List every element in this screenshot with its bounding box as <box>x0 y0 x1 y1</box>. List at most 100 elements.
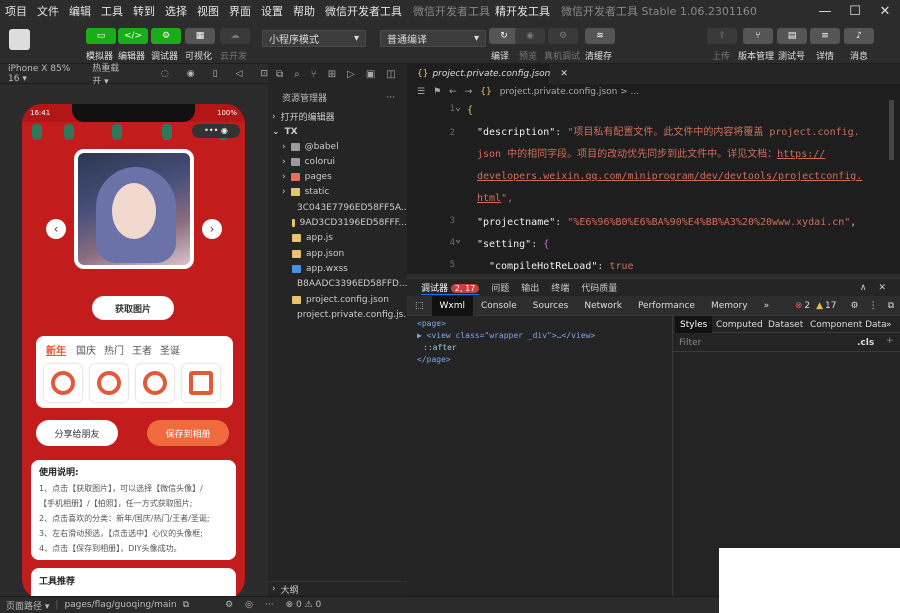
file-tree-item[interactable]: 3C043E7796ED58FF5A... <box>268 200 407 215</box>
menu-select[interactable]: 选择 <box>160 3 192 19</box>
device-select[interactable]: iPhone X 85% 16 ▾ <box>8 64 78 84</box>
more-panels-icon[interactable]: » <box>756 296 778 316</box>
more-icon[interactable]: ··· <box>386 93 395 103</box>
list-icon[interactable]: ☰ <box>417 87 425 97</box>
open-editors-section[interactable]: › 打开的编辑器 <box>268 109 407 124</box>
status-problems[interactable]: ⊗ 0 ⚠ 0 <box>286 600 322 610</box>
cls-toggle[interactable]: .cls <box>857 338 874 348</box>
tab-computed[interactable]: Computed <box>711 316 768 333</box>
tab-component-data[interactable]: Component Data <box>805 316 892 333</box>
file-tree-item[interactable]: 9AD3CD3196ED58FFF... <box>268 216 407 231</box>
next-arrow-icon[interactable]: › <box>202 219 222 239</box>
volume-icon[interactable]: ◁ <box>236 69 243 79</box>
messages-button[interactable]: 消息 <box>850 49 868 62</box>
clear-cache-button[interactable]: 清缓存 <box>585 49 612 62</box>
category-tab-king[interactable]: 王者 <box>132 342 152 357</box>
project-root[interactable]: ⌄ TX <box>268 124 407 139</box>
version-icon[interactable]: ⑂ <box>743 28 773 44</box>
record-icon[interactable]: ◉ <box>187 69 195 79</box>
dock-icon[interactable]: ⧉ <box>888 301 894 311</box>
panel-wxml[interactable]: Wxml <box>431 295 474 316</box>
editor-scrollbar[interactable] <box>889 100 894 160</box>
clear-cache-icon[interactable]: ≋ <box>585 28 615 44</box>
code-editor[interactable]: 1 2 3 4 5 ⌄ ⌄ { "description": "项目私有配置文件… <box>407 100 900 274</box>
share-button[interactable]: 分享给朋友 <box>36 420 118 446</box>
frame-option[interactable] <box>136 364 174 402</box>
test-button[interactable]: 测试号 <box>778 49 805 62</box>
tab-debugger[interactable]: 调试器 2, 17 <box>421 281 480 295</box>
wxml-node[interactable]: ▶ <view class="wrapper _div">…</view> <box>417 330 662 342</box>
upload-button[interactable]: 上传 <box>712 49 730 62</box>
close-icon[interactable]: ✕ <box>870 4 900 19</box>
cloud-icon[interactable]: ☁ <box>220 28 250 44</box>
close-tab-icon[interactable]: ✕ <box>560 69 568 79</box>
debug-icon[interactable]: ▷ <box>347 69 355 80</box>
preview-icon[interactable]: ◉ <box>515 28 545 44</box>
preview-button[interactable]: 预览 <box>519 49 537 62</box>
tab-dataset[interactable]: Dataset <box>763 316 808 333</box>
collapse-icon[interactable]: ∧ <box>860 283 867 293</box>
forward-icon[interactable]: → <box>465 87 473 97</box>
debugger-icon[interactable]: ⚙ <box>151 28 181 44</box>
bookmark-icon[interactable]: ⚑ <box>433 87 441 97</box>
file-tree-item[interactable]: › @babel <box>268 139 407 154</box>
file-tree-item[interactable]: project.config.json <box>268 292 407 307</box>
inspect-icon[interactable]: ⬚ <box>407 296 432 316</box>
editor-tab[interactable]: {} project.private.config.json ✕ <box>407 64 568 84</box>
panel-memory[interactable]: Memory <box>703 296 756 316</box>
real-debug-button[interactable]: 真机调试 <box>544 49 580 62</box>
wxml-node[interactable]: </page> <box>417 354 662 366</box>
compile-mode-select[interactable]: 普通编译 ▾ <box>380 30 486 47</box>
compile-button[interactable]: 编译 <box>491 49 509 62</box>
category-tab-national[interactable]: 国庆 <box>76 342 96 357</box>
page-path[interactable]: pages/flag/guoqing/main <box>64 600 176 610</box>
fold-icon[interactable]: ⌄ <box>455 102 461 113</box>
file-tree-item[interactable]: › colorui <box>268 154 407 169</box>
file-tree-item[interactable]: app.wxss <box>268 261 407 276</box>
file-tree-item[interactable]: › static <box>268 185 407 200</box>
minimize-icon[interactable]: — <box>810 4 840 19</box>
capsule-menu-icon[interactable]: ••• ◉ <box>192 124 240 138</box>
frame-option[interactable] <box>182 364 220 402</box>
panel-network[interactable]: Network <box>576 296 630 316</box>
save-button[interactable]: 保存到相册 <box>147 420 229 446</box>
menu-project[interactable]: 项目 <box>0 3 32 19</box>
details-icon[interactable]: ≡ <box>810 28 840 44</box>
version-button[interactable]: 版本管理 <box>738 49 774 62</box>
maximize-icon[interactable]: ☐ <box>840 4 870 19</box>
bell-icon[interactable]: ♪ <box>844 28 874 44</box>
settings-icon[interactable]: ⚙ <box>225 600 233 610</box>
get-image-button[interactable]: 获取图片 <box>92 296 174 320</box>
details-button[interactable]: 详情 <box>816 49 834 62</box>
fold-icon[interactable]: ⌄ <box>455 234 461 245</box>
menu-wechat-devtools[interactable]: 微信开发者工具 <box>320 3 407 19</box>
source-control-icon[interactable]: ⑂ <box>311 69 317 80</box>
menu-help[interactable]: 帮助 <box>288 3 320 19</box>
panel-sources[interactable]: Sources <box>525 296 577 316</box>
code-url[interactable]: https:// <box>777 149 825 160</box>
upload-icon[interactable]: ⇧ <box>707 28 737 44</box>
outline-section[interactable]: › 大纲 <box>268 581 407 596</box>
menu-tools[interactable]: 工具 <box>96 3 128 19</box>
breadcrumb-path[interactable]: project.private.config.json > ... <box>500 87 639 97</box>
package-icon[interactable]: ▣ <box>366 69 375 80</box>
panel-console[interactable]: Console <box>473 296 525 316</box>
code-url[interactable]: developers.weixin.qq.com/miniprogram/dev… <box>477 171 862 182</box>
menu-edit[interactable]: 编辑 <box>64 3 96 19</box>
file-tree-item[interactable]: app.json <box>268 246 407 261</box>
tab-problems[interactable]: 问题 <box>491 281 509 294</box>
cloud-button[interactable]: 云开发 <box>220 49 247 62</box>
page-path-label[interactable]: 页面路径 ▾ <box>6 599 49 612</box>
tab-styles[interactable]: Styles <box>675 316 713 333</box>
extensions-icon[interactable]: ⊞ <box>328 69 336 80</box>
file-tree-item[interactable]: project.private.config.js... <box>268 307 407 322</box>
real-debug-icon[interactable]: ⚙ <box>548 28 578 44</box>
more-icon[interactable]: ··· <box>265 600 274 610</box>
debugger-button[interactable]: 调试器 <box>151 49 178 62</box>
tab-output[interactable]: 输出 <box>521 281 539 294</box>
category-tab-hot[interactable]: 热门 <box>104 342 124 357</box>
file-tree-item[interactable]: › pages <box>268 170 407 185</box>
gear-icon[interactable]: ⚙ <box>850 301 858 311</box>
wxml-node[interactable]: <page> <box>417 318 662 330</box>
frame-option[interactable] <box>44 364 82 402</box>
